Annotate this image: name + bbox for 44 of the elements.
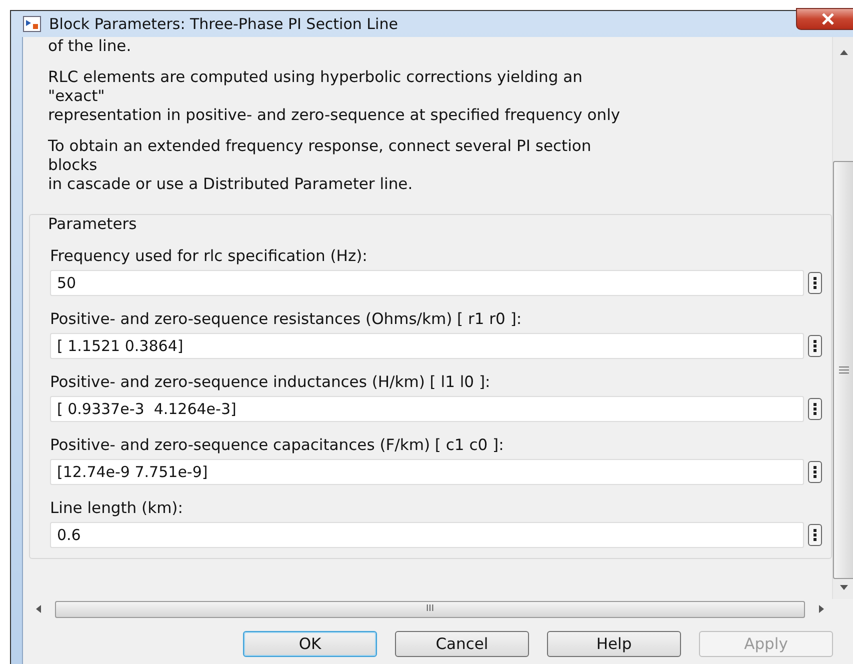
input-field[interactable]: [ 1.1521 0.3864] (50, 333, 804, 359)
scroll-right-icon (819, 604, 825, 614)
close-button[interactable] (796, 8, 853, 30)
window-title: Block Parameters: Three-Phase PI Section Line (49, 15, 398, 33)
input-field[interactable]: [12.74e-9 7.751e-9] (50, 459, 804, 485)
description-text: To obtain an extended frequency response, connect several PI section (48, 137, 592, 156)
scroll-up-icon (839, 49, 849, 55)
description-text: representation in positive- and zero-sequence at specified frequency only (48, 106, 622, 125)
description-text: blocks (48, 156, 98, 175)
field-label: Positive- and zero-sequence resistances (Ohms/km) [ r1 r0 ]: (50, 310, 523, 328)
grip-icon: III (426, 604, 434, 614)
description-text: "exact" (48, 87, 106, 106)
options-button[interactable] (808, 461, 822, 483)
scroll-down-icon (839, 585, 849, 591)
field-label: Positive- and zero-sequence capacitances (F/km) [ c1 c0 ]: (50, 436, 505, 454)
options-button[interactable] (808, 398, 822, 420)
input-field[interactable]: 50 (50, 270, 804, 296)
options-button[interactable] (808, 272, 822, 294)
dots-icon (813, 277, 817, 289)
close-icon (820, 13, 836, 25)
description-text: of the line. (48, 37, 132, 56)
block-icon (23, 16, 41, 32)
scroll-thumb[interactable] (833, 161, 853, 579)
description-text: RLC elements are computed using hyperbolic corrections yielding an (48, 68, 584, 87)
dots-icon (813, 466, 817, 478)
field-label: Line length (km): (50, 499, 184, 517)
scroll-left-icon (35, 604, 41, 614)
vertical-scrollbar[interactable] (832, 37, 853, 599)
dots-icon (813, 403, 817, 415)
description-text: in cascade or use a Distributed Parameter line. (48, 175, 414, 194)
field-label: Positive- and zero-sequence inductances (H/km) [ l1 l0 ]: (50, 373, 492, 391)
input-field[interactable]: [ 0.9337e-3 4.1264e-3] (50, 396, 804, 422)
scroll-thumb[interactable]: III (55, 600, 805, 618)
options-button[interactable] (808, 335, 822, 357)
dialog-button[interactable]: Cancel (395, 631, 529, 657)
dialog-button[interactable]: OK (243, 631, 377, 657)
field-label: Frequency used for rlc specification (Hz): (50, 247, 368, 265)
dialog-button[interactable]: Help (547, 631, 681, 657)
dots-icon (813, 340, 817, 352)
options-button[interactable] (808, 524, 822, 546)
grip-icon (839, 366, 849, 374)
horizontal-scrollbar[interactable]: III (23, 599, 843, 619)
dots-icon (813, 529, 817, 541)
input-field[interactable]: 0.6 (50, 522, 804, 548)
